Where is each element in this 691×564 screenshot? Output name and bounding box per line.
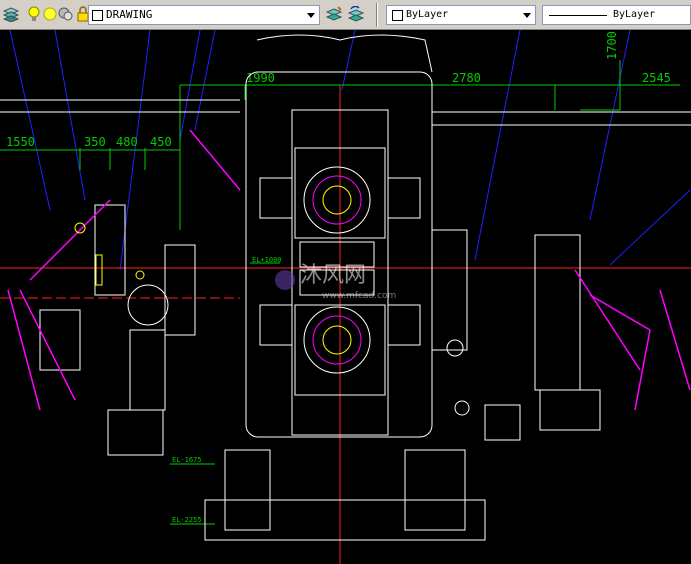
linetype-dropdown[interactable]: ByLayer [542, 5, 691, 25]
layers-icon[interactable] [3, 6, 19, 22]
watermark: 沐风网 www.mfcad.com [275, 263, 396, 301]
elevation-label: EL-2255 [172, 516, 202, 524]
dimension-text: 1990 [246, 71, 275, 85]
left-coiler-assembly [0, 99, 240, 456]
layer-dropdown[interactable]: DRAWING [88, 5, 320, 25]
watermark-logo-icon [275, 270, 295, 290]
color-value: ByLayer [406, 9, 449, 20]
layer-toolbar: DRAWING ByLayer ByLayer [0, 0, 691, 30]
drawing-canvas[interactable]: 1550 350 480 450 1990 2780 2545 1700 EL+… [0, 30, 691, 564]
linetype-preview [549, 15, 607, 16]
elevation-label: EL-1675 [172, 456, 202, 464]
dimension-texts: 1550 350 480 450 1990 2780 2545 1700 [6, 31, 671, 149]
dimension-text: 450 [150, 135, 172, 149]
color-swatch [392, 10, 403, 21]
dimension-text: 2545 [642, 71, 671, 85]
sun-icon[interactable] [42, 6, 58, 22]
layer-previous-icon[interactable] [348, 6, 364, 22]
dimension-text: 1700 [605, 31, 619, 60]
layer-name: DRAWING [106, 8, 153, 21]
color-dropdown[interactable]: ByLayer [386, 5, 536, 25]
left-linkage-arms [7, 129, 241, 411]
toolbar-separator [376, 3, 378, 27]
dimension-text: 480 [116, 135, 138, 149]
yellow-markers [74, 222, 145, 286]
watermark-title: 沐风网 [300, 263, 366, 288]
dimension-text: 1550 [6, 135, 35, 149]
chevron-down-icon[interactable] [521, 9, 533, 21]
watermark-url: www.mfcad.com [322, 291, 396, 301]
right-linkage-arms [574, 269, 691, 411]
elevation-label: EL+1000 [252, 256, 282, 264]
make-object-layer-current-icon[interactable] [326, 6, 342, 22]
dimension-text: 350 [84, 135, 106, 149]
elevation-texts: EL+1000 EL-1675 EL-2255 [172, 256, 282, 524]
freeze-viewport-icon[interactable] [58, 6, 74, 22]
center-lines [0, 85, 691, 564]
right-side-assembly [431, 111, 691, 441]
linetype-value: ByLayer [613, 9, 656, 20]
lightbulb-icon[interactable] [26, 6, 42, 22]
dimension-text: 2780 [452, 71, 481, 85]
dropdown-arrow-icon[interactable] [305, 9, 317, 21]
color-swatch-icon [92, 10, 103, 21]
